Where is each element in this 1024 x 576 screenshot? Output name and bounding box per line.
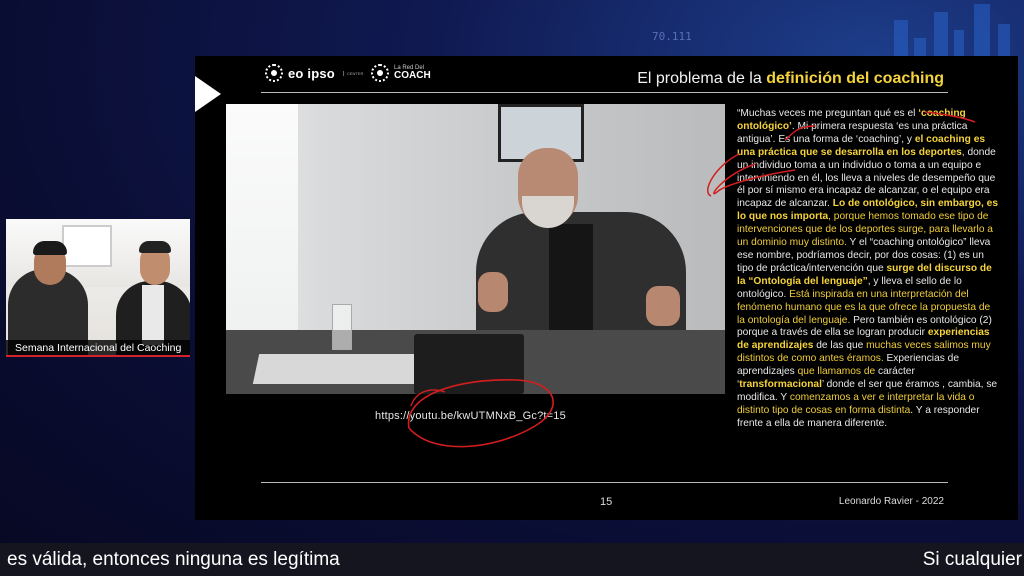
sun-icon bbox=[371, 64, 389, 82]
youtube-link[interactable]: https://youtu.be/kwUTMNxB_Gc?t=15 bbox=[375, 410, 566, 422]
quote-segment: de las que bbox=[813, 340, 867, 352]
webcam-label: Semana Internacional del Caoching bbox=[6, 340, 190, 357]
play-icon bbox=[195, 76, 221, 112]
webcam-feed bbox=[6, 219, 190, 357]
background-chart-decoration bbox=[754, 0, 1024, 60]
background-ticker: 70.111 bbox=[652, 30, 692, 43]
caption-text-right: Si cualquier bbox=[922, 549, 1022, 570]
quote-segment: que llamamos de bbox=[797, 366, 876, 378]
slide-title: El problema de la definición del coachin… bbox=[637, 70, 944, 87]
live-caption-bar: es válida, entonces ninguna es legítima … bbox=[0, 543, 1024, 576]
quote-segment: “Muchas veces me preguntan qué es el bbox=[737, 108, 919, 119]
quote-segment: transformacional bbox=[739, 379, 822, 391]
presentation-slide: eo ipso CENTER La Red Del COACH El probl… bbox=[195, 56, 1018, 520]
sun-icon bbox=[265, 64, 283, 82]
slide-author: Leonardo Ravier - 2022 bbox=[838, 496, 944, 507]
page-number: 15 bbox=[600, 496, 613, 508]
divider bbox=[261, 92, 948, 93]
caption-text-left: es válida, entonces ninguna es legítima bbox=[7, 549, 340, 570]
red-del-coach-logo: La Red Del COACH bbox=[371, 64, 431, 82]
embedded-video-frame bbox=[226, 104, 725, 394]
divider bbox=[261, 482, 948, 483]
quote-text: “Muchas veces me preguntan qué es el ‘co… bbox=[737, 108, 999, 431]
eo-ipso-logo: eo ipso CENTER bbox=[265, 64, 363, 82]
